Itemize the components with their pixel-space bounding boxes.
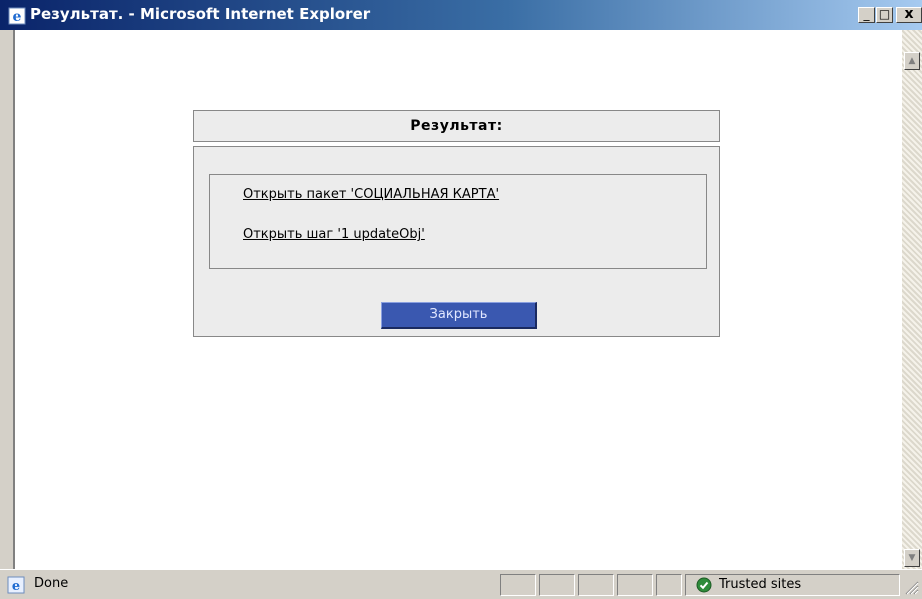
status-pane xyxy=(656,574,682,596)
ie-page-icon: e xyxy=(7,576,25,594)
zone-text: Trusted sites xyxy=(719,577,802,592)
status-pane xyxy=(578,574,614,596)
ie-window-icon[interactable]: e xyxy=(8,7,26,25)
open-package-link[interactable]: Открыть пакет 'СОЦИАЛЬНАЯ КАРТА' xyxy=(243,187,499,202)
svg-text:e: e xyxy=(12,579,20,594)
scroll-down-button[interactable]: ▼ xyxy=(904,549,920,567)
result-panel-header: Результат: xyxy=(193,110,720,142)
status-pane xyxy=(539,574,575,596)
close-window-button[interactable]: x xyxy=(896,7,922,23)
title-bar[interactable]: e Результат. - Microsoft Internet Explor… xyxy=(0,0,922,30)
links-box: Открыть пакет 'СОЦИАЛЬНАЯ КАРТА' Открыть… xyxy=(209,174,707,269)
result-title: Результат: xyxy=(410,118,503,134)
maximize-button[interactable]: □ xyxy=(876,7,893,23)
result-panel: Открыть пакет 'СОЦИАЛЬНАЯ КАРТА' Открыть… xyxy=(193,146,720,337)
open-step-link[interactable]: Открыть шаг '1 updateObj' xyxy=(243,227,425,242)
resize-grip-icon[interactable] xyxy=(903,579,919,595)
minimize-button[interactable]: _ xyxy=(858,7,875,23)
trusted-check-icon xyxy=(696,577,712,593)
window-title: Результат. - Microsoft Internet Explorer xyxy=(30,5,371,23)
status-text: Done xyxy=(34,576,69,591)
security-zone[interactable]: Trusted sites xyxy=(685,574,900,596)
scroll-up-button[interactable]: ▲ xyxy=(904,52,920,70)
vertical-scrollbar[interactable]: ▲ ▼ xyxy=(902,30,922,569)
status-bar: e Done Trusted sites xyxy=(0,569,922,599)
svg-text:e: e xyxy=(13,9,22,25)
status-pane xyxy=(500,574,536,596)
close-button[interactable]: Закрыть xyxy=(381,302,537,329)
status-pane xyxy=(617,574,653,596)
